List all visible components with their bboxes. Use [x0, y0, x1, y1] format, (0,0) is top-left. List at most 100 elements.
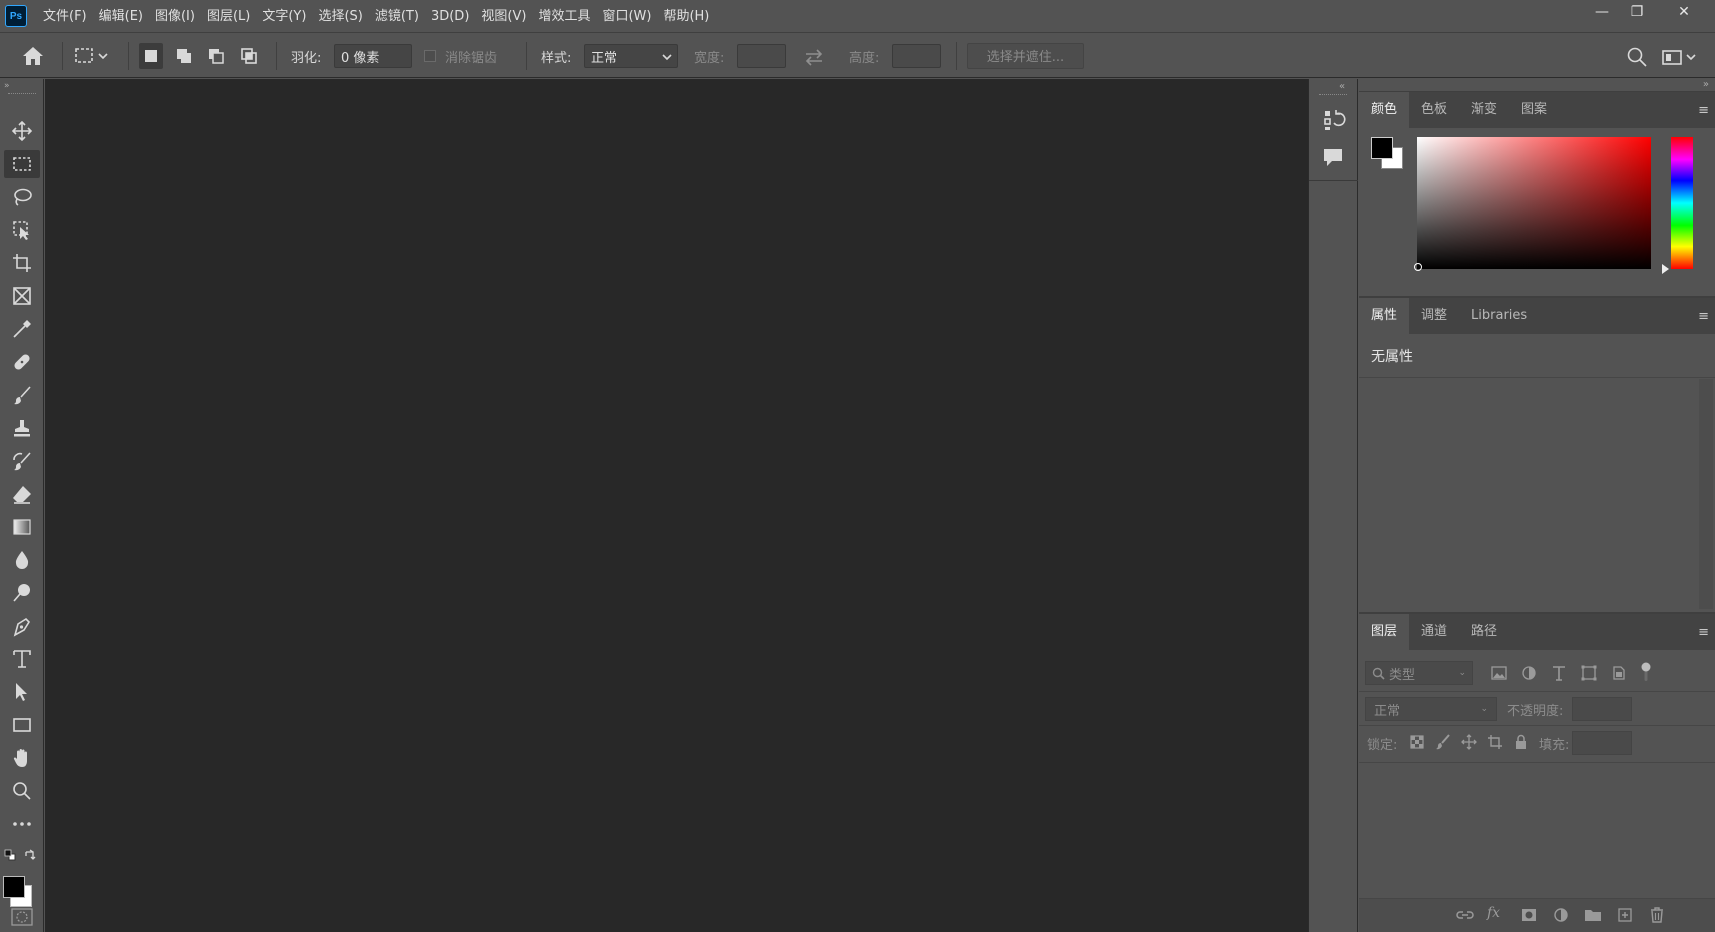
- zoom-tool-icon[interactable]: [4, 777, 40, 805]
- swap-dimensions-icon[interactable]: [802, 46, 826, 68]
- eraser-tool-icon[interactable]: [4, 480, 40, 508]
- healing-brush-tool-icon[interactable]: [4, 348, 40, 376]
- type-tool-icon[interactable]: [4, 645, 40, 673]
- filter-adjustment-layer-icon[interactable]: [1519, 664, 1539, 682]
- hue-slider[interactable]: [1671, 137, 1693, 269]
- toolbar-grip[interactable]: [8, 93, 36, 95]
- menu-edit[interactable]: 编辑(E): [93, 0, 149, 33]
- move-tool-icon[interactable]: [4, 117, 40, 145]
- layer-style-fx-icon[interactable]: fx: [1487, 905, 1509, 925]
- delete-layer-icon[interactable]: [1647, 906, 1667, 924]
- tab-adjustments[interactable]: 调整: [1409, 298, 1459, 334]
- workspace-switcher[interactable]: [1660, 46, 1708, 68]
- menu-plugins[interactable]: 增效工具: [532, 0, 596, 33]
- menu-image[interactable]: 图像(I): [149, 0, 201, 33]
- style-select[interactable]: 正常: [584, 44, 678, 68]
- frame-tool-icon[interactable]: [4, 282, 40, 310]
- panel-menu-icon[interactable]: ≡: [1698, 625, 1709, 640]
- menu-help[interactable]: 帮助(H): [657, 0, 715, 33]
- menu-3d[interactable]: 3D(D): [425, 0, 475, 33]
- lock-image-pixels-icon[interactable]: [1434, 733, 1452, 751]
- dodge-tool-icon[interactable]: [4, 579, 40, 607]
- tab-libraries[interactable]: Libraries: [1459, 298, 1539, 334]
- more-tools-icon[interactable]: [4, 810, 40, 838]
- filter-pixel-layer-icon[interactable]: [1489, 664, 1509, 682]
- fill-input[interactable]: [1572, 731, 1632, 755]
- quick-mask-icon[interactable]: [10, 907, 34, 927]
- properties-scrollbar[interactable]: [1699, 379, 1713, 609]
- filter-toggle-switch[interactable]: [1639, 661, 1653, 685]
- tab-layers[interactable]: 图层: [1359, 614, 1410, 650]
- search-icon[interactable]: [1626, 46, 1648, 68]
- lock-transparent-pixels-icon[interactable]: [1408, 733, 1426, 751]
- filter-shape-layer-icon[interactable]: [1579, 664, 1599, 682]
- foreground-color-swatch[interactable]: [3, 876, 25, 898]
- tab-paths[interactable]: 路径: [1459, 614, 1509, 650]
- color-panel-foreground-swatch[interactable]: [1371, 137, 1393, 159]
- gradient-tool-icon[interactable]: [4, 513, 40, 541]
- lock-position-icon[interactable]: [1460, 733, 1478, 751]
- brush-tool-icon[interactable]: [4, 381, 40, 409]
- collapse-panels-icon[interactable]: »: [1703, 79, 1709, 90]
- eyedropper-tool-icon[interactable]: [4, 315, 40, 343]
- blur-tool-icon[interactable]: [4, 546, 40, 574]
- tab-channels[interactable]: 通道: [1409, 614, 1459, 650]
- tool-preset-picker[interactable]: [72, 44, 118, 68]
- subtract-from-selection-button[interactable]: [204, 43, 228, 69]
- hue-slider-handle[interactable]: [1662, 264, 1669, 274]
- filter-type-layer-icon[interactable]: [1549, 664, 1569, 682]
- new-adjustment-layer-icon[interactable]: [1551, 906, 1571, 924]
- add-layer-mask-icon[interactable]: [1519, 906, 1539, 924]
- rectangle-tool-icon[interactable]: [4, 711, 40, 739]
- lock-all-icon[interactable]: [1512, 733, 1530, 751]
- swap-colors-icon[interactable]: [23, 848, 36, 861]
- menu-layer[interactable]: 图层(L): [201, 0, 256, 33]
- history-panel-icon[interactable]: [1320, 107, 1348, 133]
- select-and-mask-button[interactable]: 选择并遮住...: [967, 43, 1084, 69]
- width-input[interactable]: [737, 44, 786, 68]
- crop-tool-icon[interactable]: [4, 249, 40, 277]
- new-layer-icon[interactable]: [1615, 906, 1635, 924]
- object-selection-tool-icon[interactable]: [4, 216, 40, 244]
- collapse-toolbar-icon[interactable]: »: [4, 81, 10, 91]
- dock-grip[interactable]: [1319, 94, 1347, 96]
- tab-gradients[interactable]: 渐变: [1459, 92, 1509, 128]
- intersect-selection-button[interactable]: [237, 43, 261, 69]
- expand-panels-icon[interactable]: «: [1339, 81, 1345, 92]
- tab-color[interactable]: 颜色: [1359, 92, 1410, 128]
- panel-menu-icon[interactable]: ≡: [1698, 103, 1709, 118]
- layers-list[interactable]: [1359, 763, 1715, 898]
- color-picker-handle[interactable]: [1414, 263, 1422, 271]
- menu-type[interactable]: 文字(Y): [256, 0, 312, 33]
- menu-view[interactable]: 视图(V): [475, 0, 532, 33]
- menu-filter[interactable]: 滤镜(T): [369, 0, 425, 33]
- link-layers-icon[interactable]: [1455, 906, 1475, 924]
- menu-window[interactable]: 窗口(W): [596, 0, 657, 33]
- restore-button[interactable]: ❐: [1615, 0, 1659, 24]
- lasso-tool-icon[interactable]: [4, 183, 40, 211]
- blend-mode-select[interactable]: 正常 ⌄: [1365, 697, 1497, 721]
- add-to-selection-button[interactable]: [172, 43, 196, 69]
- menu-select[interactable]: 选择(S): [312, 0, 368, 33]
- pen-tool-icon[interactable]: [4, 612, 40, 640]
- panel-menu-icon[interactable]: ≡: [1698, 309, 1709, 324]
- home-icon[interactable]: [20, 44, 46, 68]
- layer-filter-select[interactable]: 类型 ⌄: [1365, 661, 1473, 685]
- comments-panel-icon[interactable]: [1320, 145, 1348, 171]
- path-selection-tool-icon[interactable]: [4, 678, 40, 706]
- default-colors-icon[interactable]: [4, 849, 16, 861]
- height-input[interactable]: [892, 44, 941, 68]
- filter-smart-object-icon[interactable]: [1609, 664, 1629, 682]
- history-brush-tool-icon[interactable]: [4, 447, 40, 475]
- hand-tool-icon[interactable]: [4, 744, 40, 772]
- new-selection-button[interactable]: [139, 43, 163, 69]
- lock-artboard-icon[interactable]: [1486, 733, 1504, 751]
- color-field[interactable]: [1414, 137, 1651, 271]
- document-canvas-area[interactable]: [45, 79, 1308, 932]
- menu-file[interactable]: 文件(F): [37, 0, 93, 33]
- close-button[interactable]: ✕: [1662, 0, 1706, 24]
- tab-properties[interactable]: 属性: [1359, 298, 1410, 334]
- antialias-checkbox[interactable]: [424, 50, 436, 62]
- clone-stamp-tool-icon[interactable]: [4, 414, 40, 442]
- tab-patterns[interactable]: 图案: [1509, 92, 1559, 128]
